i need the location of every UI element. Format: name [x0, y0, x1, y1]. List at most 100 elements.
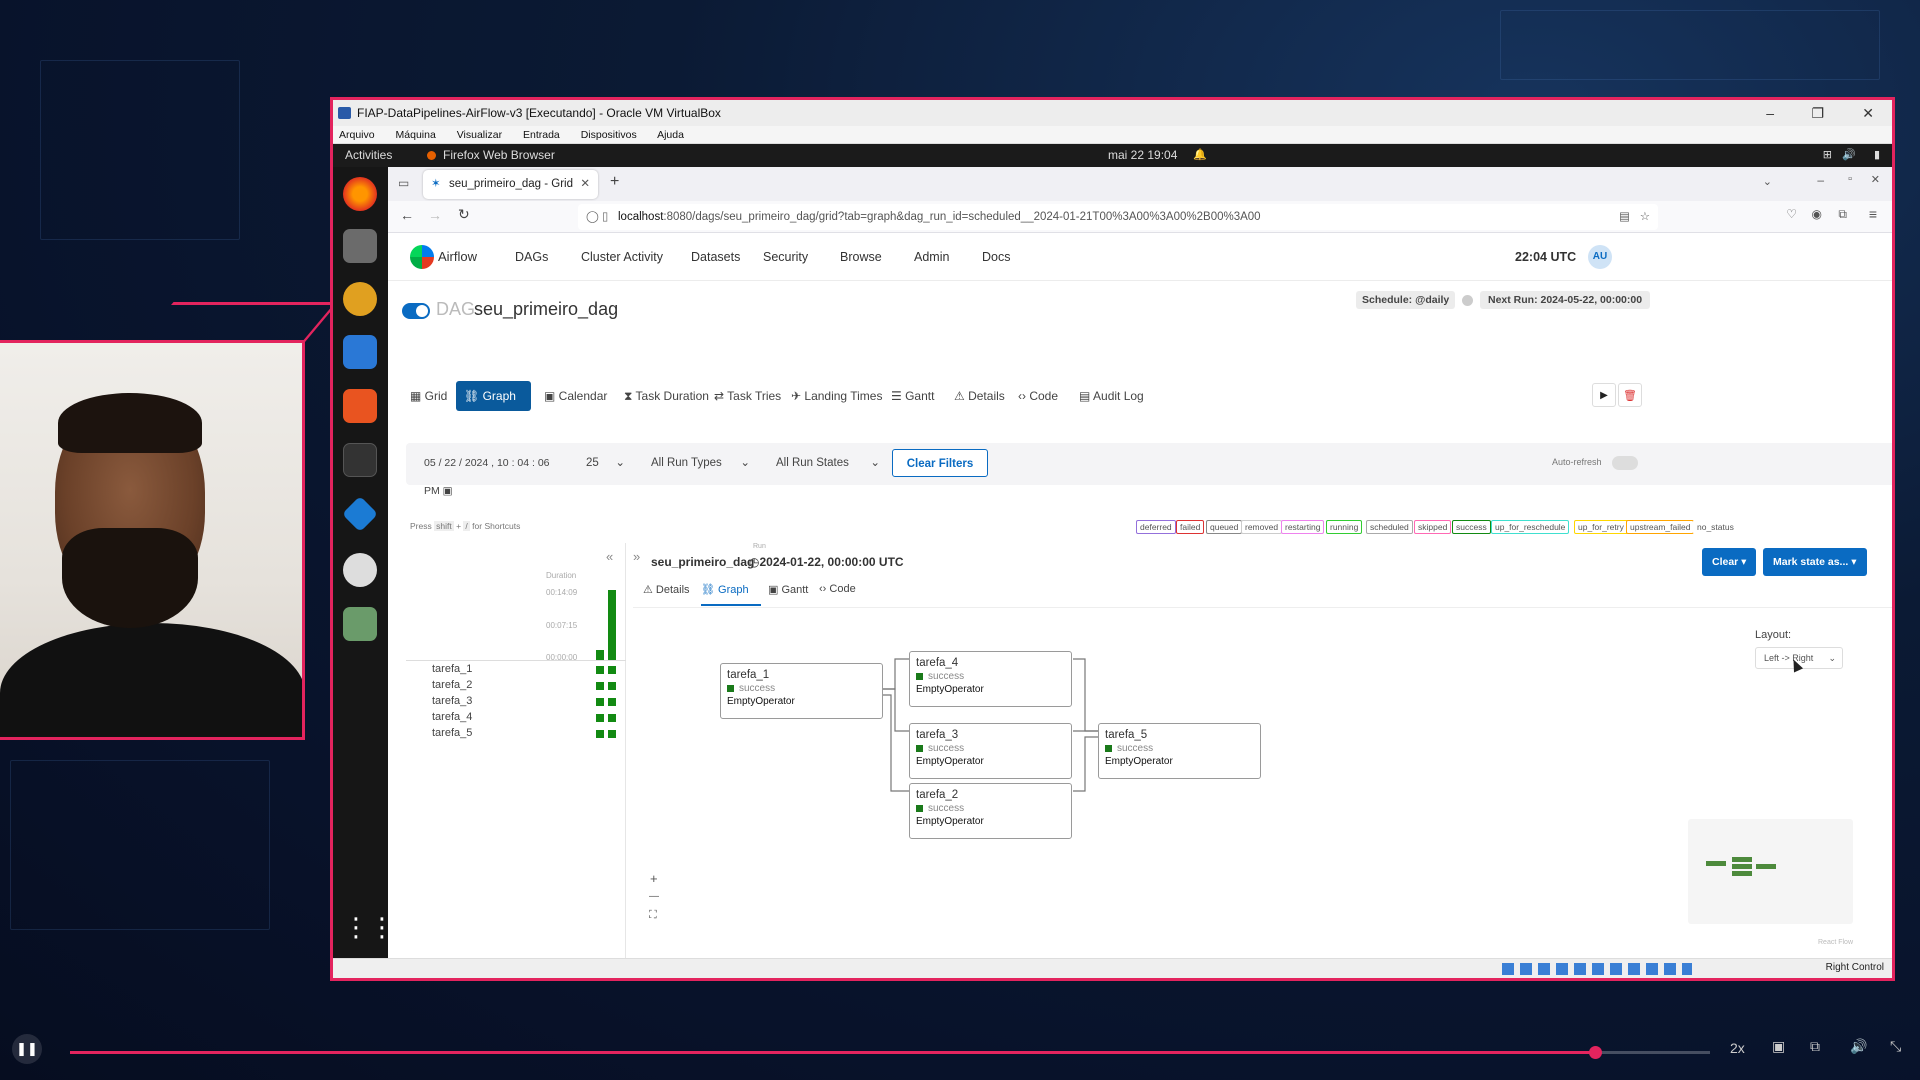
delete-dag-icon[interactable]: 🗑 [1618, 383, 1642, 407]
menu-maquina[interactable]: Máquina [396, 129, 436, 141]
reader-view-icon[interactable]: ▤ [1619, 204, 1630, 230]
pause-icon[interactable]: ❚❚ [12, 1034, 42, 1064]
state-skipped[interactable]: skipped [1414, 520, 1452, 534]
pocket-icon[interactable]: ♡ [1786, 207, 1797, 221]
task-node-tarefa-4[interactable]: tarefa_4 success EmptyOperator [909, 651, 1072, 707]
menu-arquivo[interactable]: Arquivo [339, 129, 375, 141]
detail-tab-graph[interactable]: ⛓ Graph [701, 583, 761, 606]
state-upstream-failed[interactable]: upstream_failed [1626, 520, 1695, 534]
dag-pause-toggle[interactable] [402, 303, 430, 319]
tab-details[interactable]: ⚠ Details [946, 381, 1013, 411]
duration-bar-run-2[interactable] [608, 590, 616, 660]
exit-fullscreen-icon[interactable]: ⤡ [1890, 1038, 1901, 1055]
volume-icon[interactable]: 🔊 [1850, 1038, 1867, 1055]
window-close-icon[interactable]: ✕ [1871, 173, 1880, 186]
url-bar[interactable]: ◯ ▯ localhost:8080/dags/seu_primeiro_dag… [578, 204, 1658, 230]
task-node-tarefa-3[interactable]: tarefa_3 success EmptyOperator [909, 723, 1072, 779]
date-picker-icon[interactable]: ▣ [443, 485, 453, 497]
task-node-tarefa-5[interactable]: tarefa_5 success EmptyOperator [1098, 723, 1261, 779]
task-instance-square[interactable] [596, 730, 604, 738]
clear-button[interactable]: Clear ▾ [1702, 548, 1757, 576]
tab-close-icon[interactable]: ✕ [580, 170, 590, 199]
state-removed[interactable]: removed [1241, 520, 1283, 534]
user-avatar[interactable]: AU [1588, 245, 1612, 269]
nav-docs[interactable]: Docs [982, 233, 1010, 281]
fit-view-icon[interactable]: ⛶ [649, 909, 657, 922]
detail-run-date[interactable]: ◷2024-01-22, 00:00:00 UTC [749, 555, 904, 569]
graph-canvas[interactable]: tarefa_1 success EmptyOperator tarefa_4 … [633, 609, 1892, 978]
state-deferred[interactable]: deferred [1136, 520, 1176, 534]
menu-dispositivos[interactable]: Dispositivos [581, 129, 637, 141]
task-instance-square[interactable] [596, 698, 604, 706]
run-types-select[interactable]: All Run Types ⌄ [641, 449, 756, 477]
files-dock-icon[interactable] [343, 229, 377, 263]
account-icon[interactable]: ◉ [1812, 207, 1822, 221]
nav-cluster-activity[interactable]: Cluster Activity [581, 233, 663, 281]
airflow-logo-icon[interactable] [410, 245, 434, 269]
duration-bar-run-1[interactable] [596, 650, 604, 660]
rhythmbox-dock-icon[interactable] [343, 282, 377, 316]
vscode-dock-icon[interactable] [341, 495, 379, 533]
state-restarting[interactable]: restarting [1281, 520, 1325, 534]
task-row-tarefa-3[interactable]: tarefa_3 [432, 695, 472, 707]
close-icon[interactable]: ✕ [1862, 100, 1874, 126]
nav-admin[interactable]: Admin [914, 233, 949, 281]
playback-speed[interactable]: 2x [1730, 1040, 1745, 1056]
state-up-for-reschedule[interactable]: up_for_reschedule [1491, 520, 1570, 534]
task-instance-square[interactable] [596, 666, 604, 674]
minimize-icon[interactable]: – [1766, 100, 1774, 126]
network-icon[interactable]: ⊞ [1823, 144, 1832, 167]
task-instance-square[interactable] [608, 714, 616, 722]
bell-icon[interactable]: 🔔 [1193, 144, 1207, 167]
tab-grid[interactable]: ▦ Grid [402, 381, 455, 411]
detail-tab-code[interactable]: ‹› Code [819, 583, 879, 595]
activities-button[interactable]: Activities [345, 144, 392, 167]
browser-tab[interactable]: ✶ seu_primeiro_dag - Grid ✕ [423, 170, 598, 199]
gnome-app-name[interactable]: Firefox Web Browser [443, 144, 555, 167]
run-states-select[interactable]: All Run States ⌄ [766, 449, 886, 477]
battery-icon[interactable]: ▮ [1874, 144, 1880, 167]
task-row-tarefa-1[interactable]: tarefa_1 [432, 663, 472, 675]
task-row-tarefa-4[interactable]: tarefa_4 [432, 711, 472, 723]
detail-dag-name[interactable]: seu_primeiro_dag [651, 555, 754, 569]
state-no-status[interactable]: no_status [1693, 520, 1738, 534]
back-icon[interactable]: ← [400, 207, 414, 223]
task-instance-square[interactable] [596, 682, 604, 690]
task-node-tarefa-2[interactable]: tarefa_2 success EmptyOperator [909, 783, 1072, 839]
menu-visualizar[interactable]: Visualizar [457, 129, 502, 141]
new-tab-icon[interactable]: + [610, 173, 619, 191]
forward-icon[interactable]: → [428, 207, 442, 223]
auto-refresh-toggle[interactable] [1612, 456, 1638, 470]
nav-browse[interactable]: Browse [840, 233, 882, 281]
menu-icon[interactable]: ≡ [1869, 206, 1877, 222]
captions-icon[interactable]: ▣ [1772, 1038, 1785, 1055]
tab-calendar[interactable]: ▣ Calendar [536, 381, 615, 411]
airflow-brand[interactable]: Airflow [438, 233, 477, 281]
nav-security[interactable]: Security [763, 233, 808, 281]
expand-right-icon[interactable]: » [633, 549, 640, 564]
gnome-clock[interactable]: mai 22 19:04 [1108, 144, 1177, 167]
writer-dock-icon[interactable] [343, 335, 377, 369]
restore-icon[interactable]: ❐ [1811, 100, 1824, 126]
menu-ajuda[interactable]: Ajuda [657, 129, 684, 141]
state-up-for-retry[interactable]: up_for_retry [1574, 520, 1628, 534]
react-flow-attribution[interactable]: React Flow [1818, 939, 1853, 946]
window-maximize-icon[interactable]: ▫ [1848, 173, 1852, 185]
tab-list-icon[interactable]: ▭ [398, 176, 409, 190]
tab-audit-log[interactable]: ▤ Audit Log [1071, 381, 1152, 411]
state-queued[interactable]: queued [1206, 520, 1243, 534]
state-failed[interactable]: failed [1176, 520, 1205, 534]
task-row-tarefa-2[interactable]: tarefa_2 [432, 679, 472, 691]
firefox-dock-icon[interactable] [343, 177, 377, 211]
mark-state-button[interactable]: Mark state as... ▾ [1763, 548, 1867, 576]
schedule-badge[interactable]: Schedule: @daily [1356, 291, 1456, 309]
nav-datasets[interactable]: Datasets [691, 233, 740, 281]
next-run-badge[interactable]: Next Run: 2024-05-22, 00:00:00 [1480, 291, 1651, 309]
reload-icon[interactable]: ↻ [458, 206, 470, 223]
state-success[interactable]: success [1452, 520, 1491, 534]
volume-icon[interactable]: 🔊 [1842, 144, 1856, 167]
info-icon[interactable] [1462, 295, 1473, 306]
tab-graph[interactable]: ⛓ Graph [456, 381, 531, 411]
terminal-dock-icon[interactable] [343, 443, 377, 477]
progress-handle[interactable] [1589, 1046, 1603, 1059]
